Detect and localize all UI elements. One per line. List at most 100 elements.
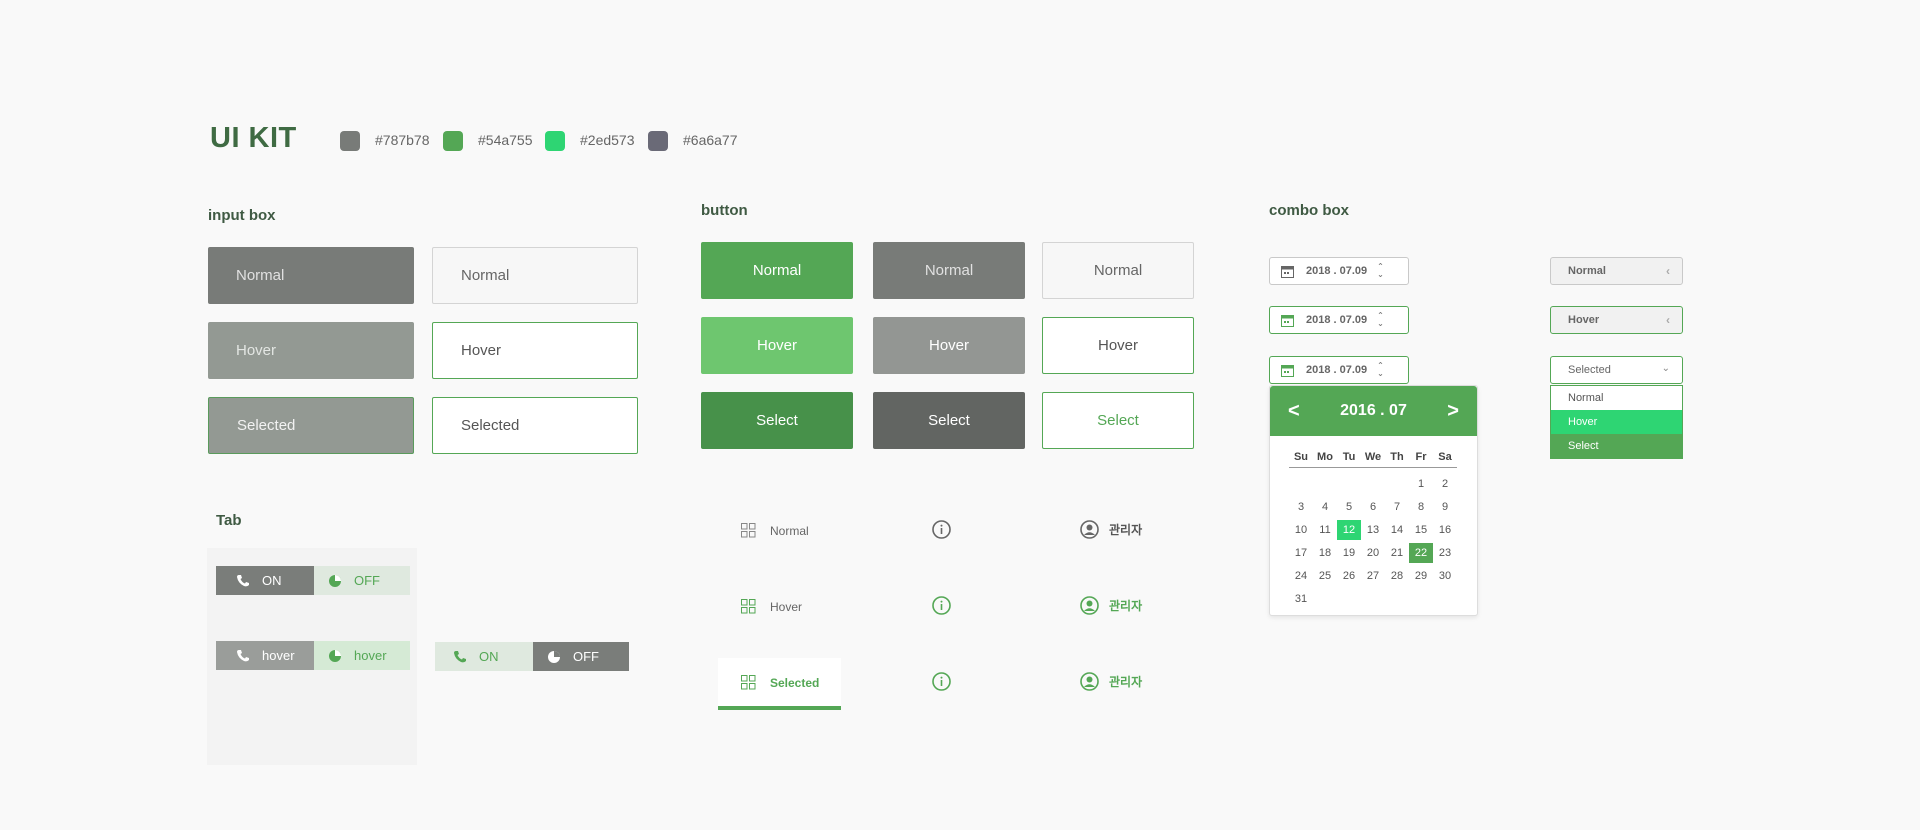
calendar-day[interactable]: 1 — [1409, 474, 1433, 494]
calendar-prev-button[interactable]: < — [1288, 400, 1300, 423]
button-outline-normal[interactable]: Normal — [1042, 242, 1194, 299]
calendar-day[interactable]: 3 — [1289, 497, 1313, 517]
calendar-day[interactable]: 21 — [1385, 543, 1409, 563]
button-green-select[interactable]: Select — [701, 392, 853, 449]
input-filled-selected[interactable]: Selected — [208, 397, 414, 454]
dropdown-option-selected[interactable]: Select — [1551, 434, 1682, 458]
tab-switch-off[interactable]: OFF — [314, 566, 410, 595]
button-gray-normal[interactable]: Normal — [873, 242, 1025, 299]
calendar-day[interactable]: 20 — [1361, 543, 1385, 563]
input-outline-selected[interactable]: Selected — [432, 397, 638, 454]
weekday-label: Sa — [1438, 450, 1452, 463]
input-filled-normal[interactable]: Normal — [208, 247, 414, 304]
calendar-day[interactable] — [1385, 589, 1409, 609]
calendar-day[interactable]: 15 — [1409, 520, 1433, 540]
stepper-icon[interactable]: ⌃ ⌄ — [1377, 362, 1384, 378]
calendar-day[interactable] — [1361, 474, 1385, 494]
calendar-day[interactable]: 29 — [1409, 566, 1433, 586]
calendar-day[interactable]: 9 — [1433, 497, 1457, 517]
calendar-day[interactable]: 19 — [1337, 543, 1361, 563]
calendar-day[interactable] — [1433, 589, 1457, 609]
calendar-day[interactable]: 18 — [1313, 543, 1337, 563]
calendar-day[interactable] — [1313, 474, 1337, 494]
tab-switch-on-inactive[interactable]: ON — [435, 642, 533, 671]
nav-tab-selected[interactable]: Selected — [718, 658, 841, 710]
combo-selected[interactable]: Selected ⌄ — [1550, 356, 1683, 384]
calendar-day[interactable]: 26 — [1337, 566, 1361, 586]
calendar-day[interactable]: 31 — [1289, 589, 1313, 609]
combo-label: Normal — [1568, 265, 1606, 277]
user-icon — [1080, 520, 1099, 539]
calendar-icon — [1281, 364, 1294, 377]
calendar-day[interactable]: 16 — [1433, 520, 1457, 540]
calendar-day[interactable] — [1337, 474, 1361, 494]
button-gray-select[interactable]: Select — [873, 392, 1025, 449]
combo-hover[interactable]: Hover ‹ — [1550, 306, 1683, 334]
dropdown-option-hover[interactable]: Hover — [1551, 410, 1682, 434]
user-item-normal[interactable]: 관리자 — [1080, 520, 1142, 539]
combo-normal[interactable]: Normal ‹ — [1550, 257, 1683, 285]
calendar-day[interactable]: 2 — [1433, 474, 1457, 494]
chevron-left-icon: ‹ — [1666, 264, 1670, 278]
stepper-icon[interactable]: ⌃ ⌄ — [1377, 263, 1384, 279]
date-picker-selected[interactable]: 2018 . 07.09 ⌃ ⌄ — [1269, 356, 1409, 384]
phone-icon — [236, 649, 250, 663]
calendar-day[interactable] — [1337, 589, 1361, 609]
user-item-hover[interactable]: 관리자 — [1080, 596, 1142, 615]
button-outline-select[interactable]: Select — [1042, 392, 1194, 449]
calendar-icon — [1281, 265, 1294, 278]
tab-switch-on-hover[interactable]: hover — [216, 641, 314, 670]
calendar-day[interactable]: 6 — [1361, 497, 1385, 517]
calendar-day[interactable] — [1385, 474, 1409, 494]
calendar-day[interactable]: 23 — [1433, 543, 1457, 563]
calendar-day[interactable]: 5 — [1337, 497, 1361, 517]
calendar-day[interactable]: 25 — [1313, 566, 1337, 586]
nav-tab-normal[interactable]: Normal — [741, 523, 809, 538]
calendar-day[interactable] — [1313, 589, 1337, 609]
calendar-day[interactable] — [1289, 474, 1313, 494]
button-green-normal[interactable]: Normal — [701, 242, 853, 299]
calendar-day[interactable]: 17 — [1289, 543, 1313, 563]
info-icon[interactable] — [932, 672, 951, 696]
color-label-gray: #787b78 — [375, 132, 430, 148]
dropdown-option[interactable]: Normal — [1551, 386, 1682, 410]
calendar-day[interactable]: 24 — [1289, 566, 1313, 586]
info-icon[interactable] — [932, 520, 951, 544]
calendar-day[interactable]: 30 — [1433, 566, 1457, 586]
calendar-day[interactable]: 11 — [1313, 520, 1337, 540]
calendar-day[interactable] — [1409, 589, 1433, 609]
button-outline-hover[interactable]: Hover — [1042, 317, 1194, 374]
button-gray-hover[interactable]: Hover — [873, 317, 1025, 374]
stepper-icon[interactable]: ⌃ ⌄ — [1377, 312, 1384, 328]
button-green-hover[interactable]: Hover — [701, 317, 853, 374]
user-icon — [1080, 672, 1099, 691]
date-picker-hover[interactable]: 2018 . 07.09 ⌃ ⌄ — [1269, 306, 1409, 334]
input-outline-hover[interactable]: Hover — [432, 322, 638, 379]
color-swatch-bright-green — [545, 131, 565, 151]
calendar-day[interactable]: 13 — [1361, 520, 1385, 540]
calendar-day[interactable]: 27 — [1361, 566, 1385, 586]
input-outline-normal[interactable]: Normal — [432, 247, 638, 304]
tab-switch-on-active[interactable]: ON — [216, 566, 314, 595]
tab-switch-label: ON — [262, 573, 282, 588]
user-item-selected[interactable]: 관리자 — [1080, 672, 1142, 691]
calendar-day[interactable]: 8 — [1409, 497, 1433, 517]
calendar-day[interactable]: 28 — [1385, 566, 1409, 586]
calendar-next-button[interactable]: > — [1447, 400, 1459, 423]
calendar-day[interactable]: 7 — [1385, 497, 1409, 517]
combo-box-heading: combo box — [1269, 202, 1350, 219]
calendar-day[interactable]: 10 — [1289, 520, 1313, 540]
tab-switch-off-active[interactable]: OFF — [533, 642, 629, 671]
info-icon[interactable] — [932, 596, 951, 620]
calendar-day[interactable]: 4 — [1313, 497, 1337, 517]
calendar-day-selected[interactable]: 22 — [1409, 542, 1433, 563]
calendar-day[interactable]: 14 — [1385, 520, 1409, 540]
input-filled-hover[interactable]: Hover — [208, 322, 414, 379]
calendar-day[interactable] — [1361, 589, 1385, 609]
calendar-day-today[interactable]: 12 — [1337, 519, 1361, 540]
color-swatch-green — [443, 131, 463, 151]
nav-tab-label: Hover — [770, 599, 803, 614]
tab-switch-off-hover[interactable]: hover — [314, 641, 410, 670]
date-picker-normal[interactable]: 2018 . 07.09 ⌃ ⌄ — [1269, 257, 1409, 285]
nav-tab-hover[interactable]: Hover — [741, 599, 802, 614]
